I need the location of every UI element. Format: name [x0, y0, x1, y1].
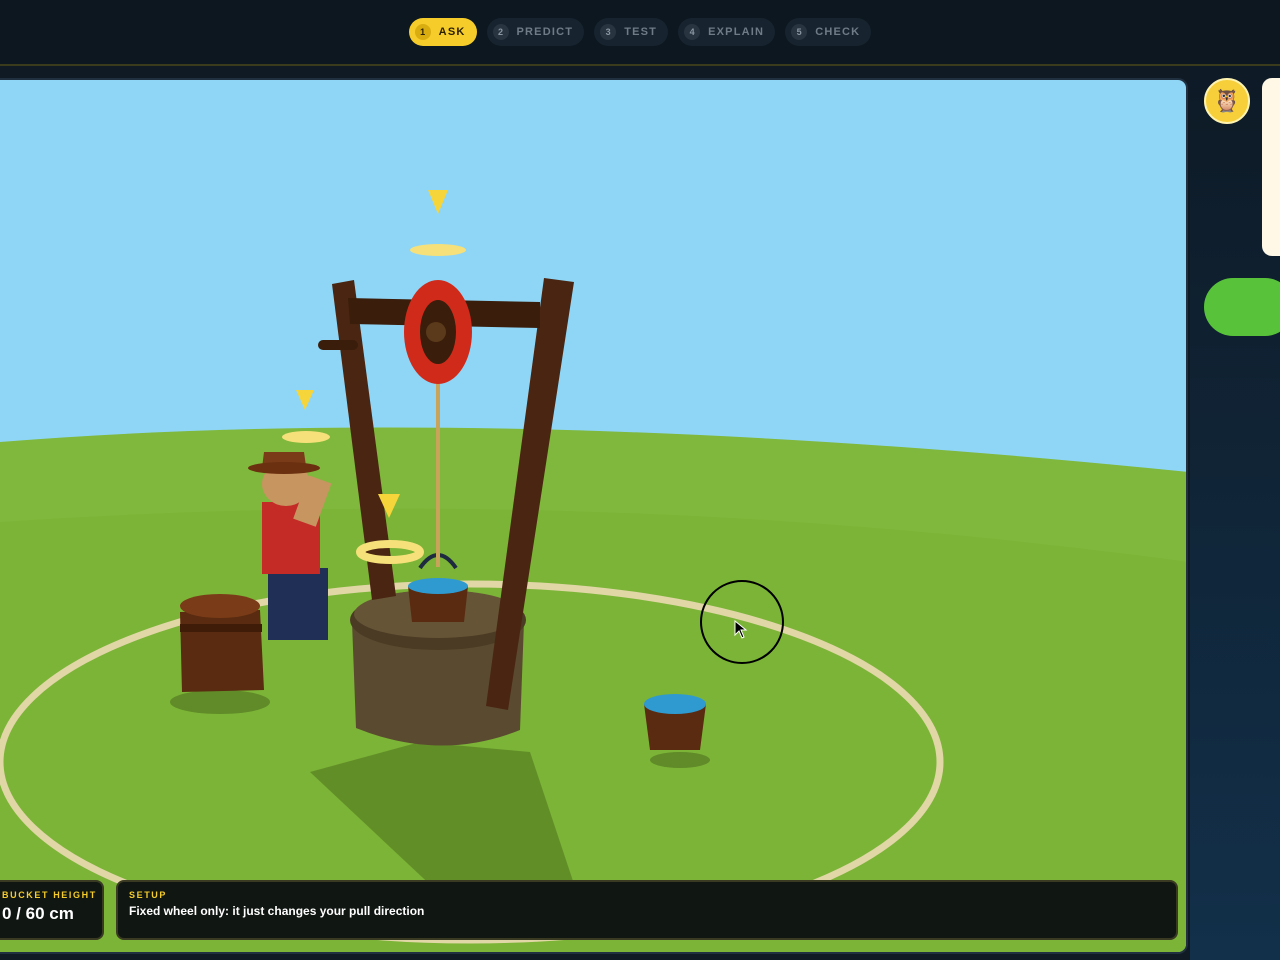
- step-label: PREDICT: [516, 26, 574, 38]
- setup-label: SETUP: [129, 890, 168, 900]
- step-tab-ask[interactable]: 1 ASK: [408, 18, 477, 46]
- step-label: TEST: [624, 26, 658, 38]
- bucket-height-panel: BUCKET HEIGHT 0 / 60 cm: [0, 880, 104, 940]
- pulley-wheel[interactable]: [404, 280, 472, 384]
- assistant-speech-bubble: [1262, 78, 1280, 256]
- owl-icon[interactable]: 🦉: [1204, 78, 1250, 124]
- setup-panel: SETUP Fixed wheel only: it just changes …: [116, 880, 1178, 940]
- scene-viewport[interactable]: [0, 78, 1188, 954]
- step-tab-test[interactable]: 3 TEST: [594, 18, 669, 46]
- step-number: 2: [492, 24, 509, 40]
- step-number: 4: [684, 24, 701, 40]
- step-label: ASK: [438, 26, 466, 38]
- ground-bucket[interactable]: [644, 694, 706, 750]
- step-label: CHECK: [815, 26, 861, 38]
- setup-text: Fixed wheel only: it just changes your p…: [129, 904, 425, 918]
- step-label: EXPLAIN: [708, 26, 765, 38]
- pointer-icon: [734, 620, 748, 639]
- step-tabs: 1 ASK 2 PREDICT 3 TEST 4 EXPLAIN 5 CHECK: [0, 18, 1280, 46]
- step-tab-check[interactable]: 5 CHECK: [785, 18, 872, 46]
- well-scene: [0, 80, 1186, 952]
- step-number: 3: [600, 24, 617, 40]
- barrel[interactable]: [180, 594, 264, 692]
- continue-button[interactable]: [1204, 278, 1280, 336]
- bucket-height-label: BUCKET HEIGHT: [2, 890, 97, 900]
- step-tab-explain[interactable]: 4 EXPLAIN: [678, 18, 776, 46]
- step-bar: 1 ASK 2 PREDICT 3 TEST 4 EXPLAIN 5 CHECK: [0, 0, 1280, 66]
- bucket-height-value: 0 / 60 cm: [2, 904, 74, 923]
- step-number: 5: [791, 24, 808, 40]
- step-tab-predict[interactable]: 2 PREDICT: [486, 18, 585, 46]
- step-number: 1: [414, 24, 431, 40]
